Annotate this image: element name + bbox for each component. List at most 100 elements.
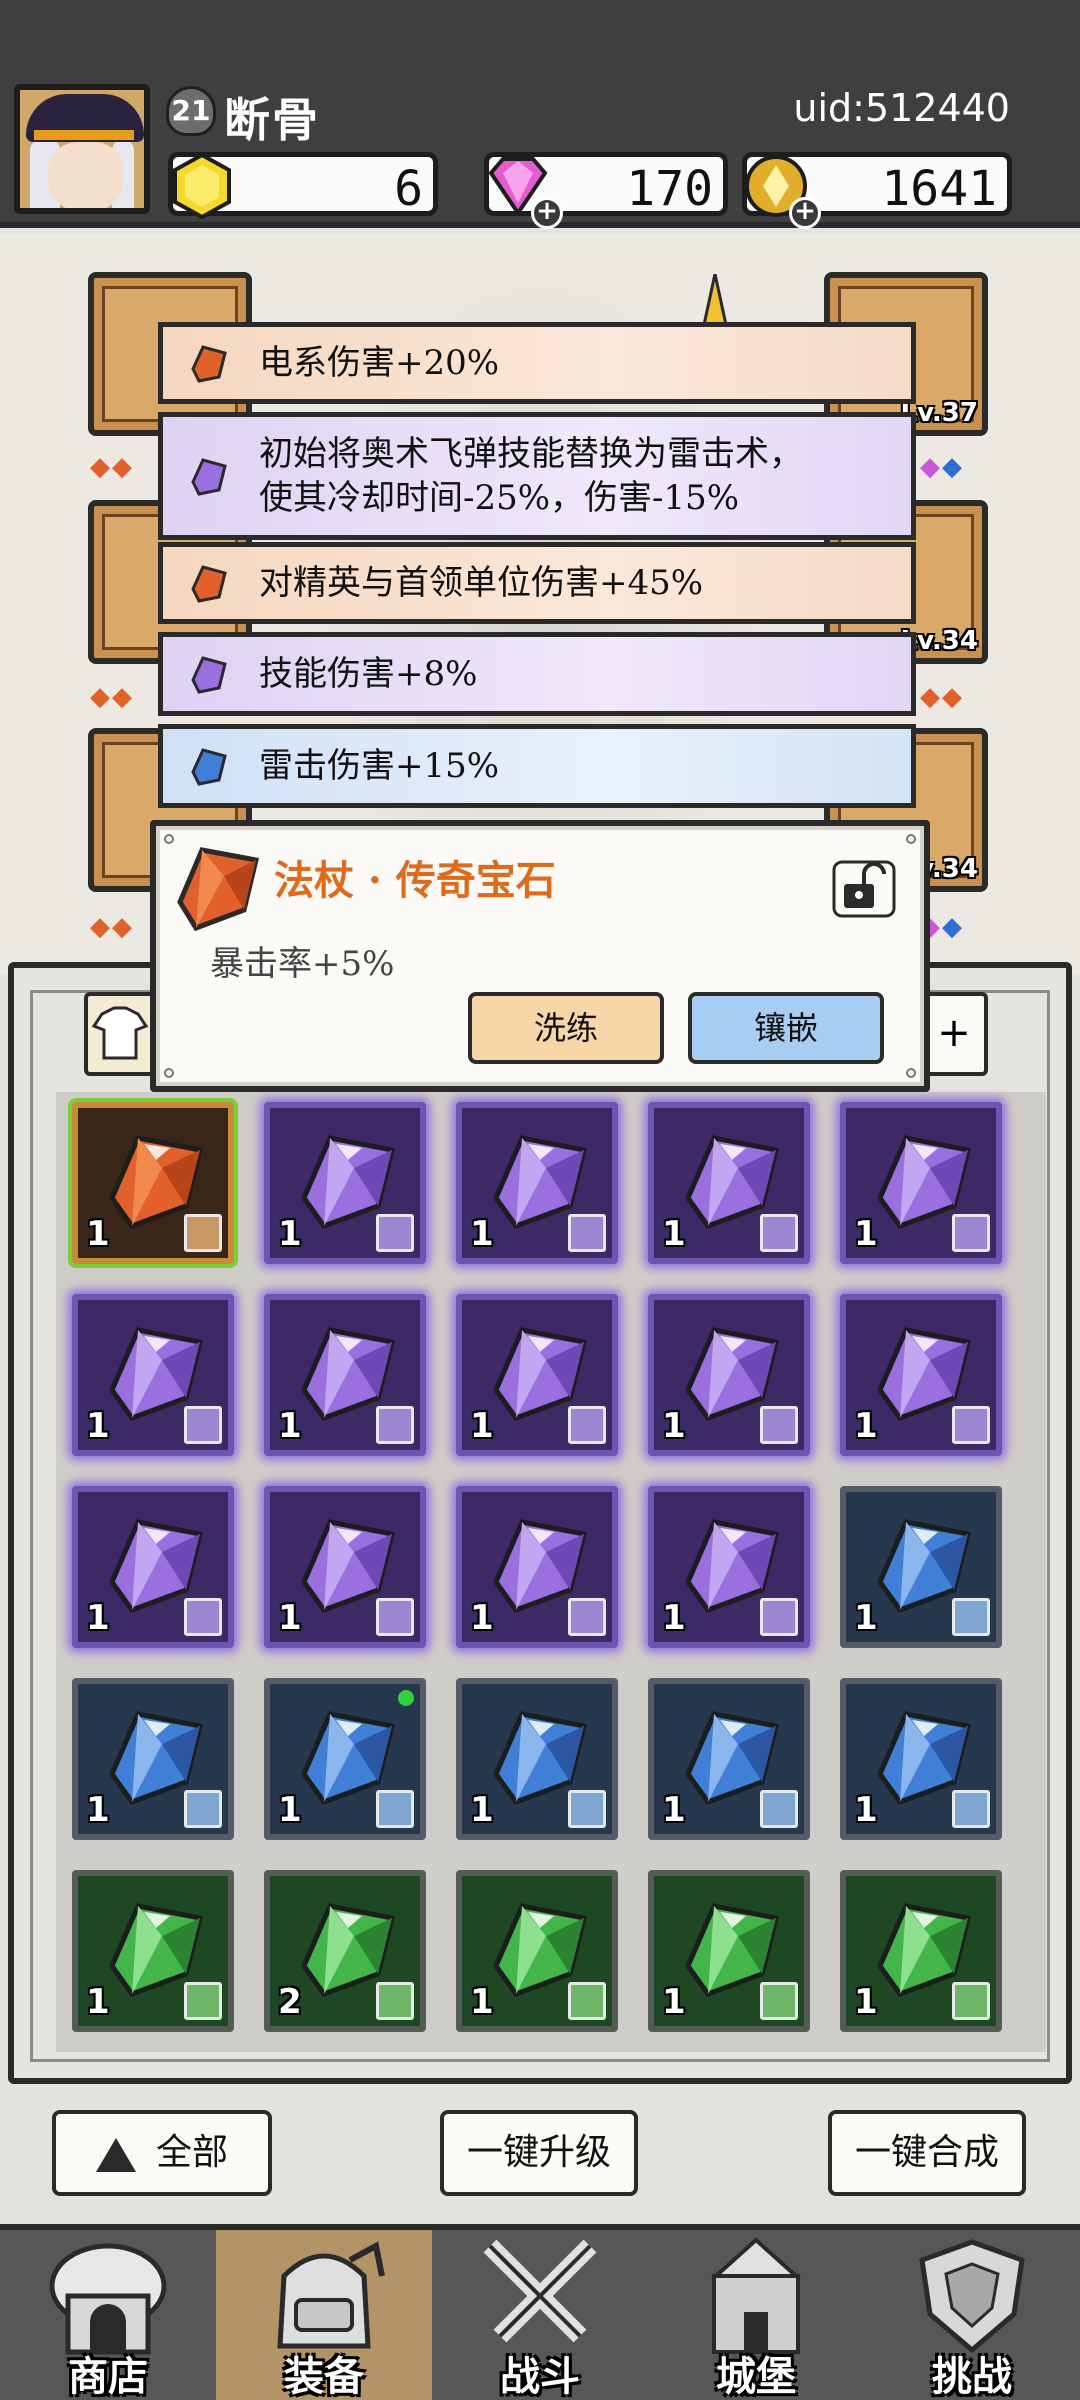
gem-cell[interactable]: 1 [840, 1678, 1002, 1840]
gem-cell[interactable]: 1 [456, 1294, 618, 1456]
hat-icon [568, 1790, 606, 1828]
currency-hexagon-value: 6 [394, 161, 423, 217]
nav-battle[interactable]: 战斗 [432, 2230, 648, 2400]
gem-cell[interactable]: 1 [456, 1102, 618, 1264]
nav-equipment[interactable]: 装备 [216, 2230, 432, 2400]
staff-icon [952, 1598, 990, 1636]
gem-detail-popup: 法杖 · 传奇宝石 暴击率+5% 洗练 镶嵌 [150, 820, 930, 1092]
filter-tab-armor[interactable] [84, 992, 156, 1076]
nav-label: 商店 [68, 2353, 148, 2400]
new-indicator-icon [398, 1690, 414, 1706]
gem-cell[interactable]: 1 [840, 1102, 1002, 1264]
hat-icon [760, 1406, 798, 1444]
gem-count: 1 [86, 1214, 110, 1254]
gem-cell[interactable]: 1 [648, 1102, 810, 1264]
add-diamond-icon[interactable]: + [531, 197, 563, 229]
bottom-nav: 商店 装备 战斗 城堡 挑战 [0, 2224, 1080, 2400]
socket-dots: ◆◆ [90, 912, 134, 942]
staff-icon [184, 1214, 222, 1252]
gem-count: 1 [662, 1982, 686, 2022]
ring-icon [184, 1982, 222, 2020]
gem-count: 1 [854, 1790, 878, 1830]
gem-count: 1 [854, 1214, 878, 1254]
gem-cell[interactable]: 1 [264, 1486, 426, 1648]
gem-count: 1 [470, 1790, 494, 1830]
stat-text: 雷击伤害+15% [259, 746, 500, 786]
top-bar: 21 断骨 uid:512440 6 + 170 + 1641 [0, 0, 1080, 229]
gem-count: 1 [470, 1406, 494, 1446]
filter-all-button[interactable]: 全部 [52, 2110, 272, 2196]
staff-icon [376, 1406, 414, 1444]
currency-coin-value: 1641 [881, 161, 997, 217]
stat-text-line2: 使其冷却时间-25%，伤害-15% [259, 478, 740, 518]
one-click-merge-button[interactable]: 一键合成 [828, 2110, 1026, 2196]
player-avatar[interactable] [14, 84, 150, 214]
gold-hexagon-icon [173, 152, 231, 220]
currency-hexagon: 6 [168, 152, 438, 220]
nav-label: 战斗 [500, 2353, 580, 2400]
filter-tab-more[interactable]: + [920, 992, 988, 1076]
orange-gem-icon [191, 565, 227, 603]
filter-all-label: 全部 [155, 2132, 228, 2173]
gem-cell[interactable]: 1 [456, 1486, 618, 1648]
socket-dots: ◆◆ [920, 452, 964, 482]
gem-cell[interactable]: 1 [648, 1870, 810, 2032]
nav-castle[interactable]: 城堡 [648, 2230, 864, 2400]
gem-cell[interactable]: 1 [456, 1870, 618, 2032]
stat-line: 技能伤害+8% [158, 632, 916, 716]
gem-count: 1 [86, 1598, 110, 1638]
gem-count: 1 [470, 1598, 494, 1638]
nav-shop[interactable]: 商店 [0, 2230, 216, 2400]
currency-coin[interactable]: + 1641 [742, 152, 1012, 229]
gem-cell[interactable]: 1 [72, 1678, 234, 1840]
necklace-icon [184, 1598, 222, 1636]
gem-count: 1 [470, 1214, 494, 1254]
gem-cell[interactable]: 1 [648, 1486, 810, 1648]
unlock-icon[interactable] [830, 858, 898, 920]
gem-count: 2 [278, 1982, 302, 2022]
gem-popup-description: 暴击率+5% [210, 944, 395, 984]
gem-count: 1 [470, 1982, 494, 2022]
staff-icon [184, 1790, 222, 1828]
purple-gem-icon [191, 458, 227, 496]
refine-button[interactable]: 洗练 [468, 992, 664, 1064]
inlay-button[interactable]: 镶嵌 [688, 992, 884, 1064]
shirt-icon [91, 1006, 149, 1060]
gem-popup-title: 法杖 · 传奇宝石 [274, 857, 556, 904]
gem-cell[interactable]: 1 [648, 1294, 810, 1456]
boot-icon [952, 1214, 990, 1252]
hat-icon [760, 1790, 798, 1828]
gem-cell[interactable]: 1 [840, 1486, 1002, 1648]
gem-cell[interactable]: 1 [264, 1294, 426, 1456]
gem-cell[interactable]: 1 [264, 1678, 426, 1840]
one-click-upgrade-button[interactable]: 一键升级 [440, 2110, 638, 2196]
stat-text: 对精英与首领单位伤害+45% [259, 563, 704, 603]
shop-icon [49, 2243, 167, 2355]
gem-cell[interactable]: 1 [72, 1870, 234, 2032]
nav-label: 城堡 [716, 2353, 796, 2400]
gem-cell[interactable]: 1 [264, 1102, 426, 1264]
gem-cell[interactable]: 1 [840, 1870, 1002, 2032]
currency-diamond[interactable]: + 170 [484, 152, 728, 229]
triangle-up-icon [95, 2138, 136, 2172]
crossed-swords-icon [483, 2239, 597, 2343]
nav-challenge[interactable]: 挑战 [864, 2230, 1080, 2400]
add-coin-icon[interactable]: + [789, 197, 821, 229]
gem-cell[interactable]: 1 [72, 1486, 234, 1648]
gem-cell[interactable]: 1 [72, 1294, 234, 1456]
socket-dots: ◆◆ [90, 682, 134, 712]
gem-cell[interactable]: 1 [456, 1678, 618, 1840]
gem-cell[interactable]: 1 [840, 1294, 1002, 1456]
gem-count: 1 [86, 1406, 110, 1446]
hat-icon [952, 1790, 990, 1828]
gem-cell[interactable]: 2 [264, 1870, 426, 2032]
blue-gem-icon [191, 748, 227, 786]
gem-count: 1 [662, 1406, 686, 1446]
gem-count: 1 [662, 1214, 686, 1254]
hat-icon [568, 1406, 606, 1444]
necklace-icon [568, 1598, 606, 1636]
gem-count: 1 [854, 1598, 878, 1638]
gem-cell[interactable]: 1 [648, 1678, 810, 1840]
gem-cell[interactable]: 1 [68, 1098, 238, 1268]
stat-text: 电系伤害+20% [259, 343, 500, 383]
